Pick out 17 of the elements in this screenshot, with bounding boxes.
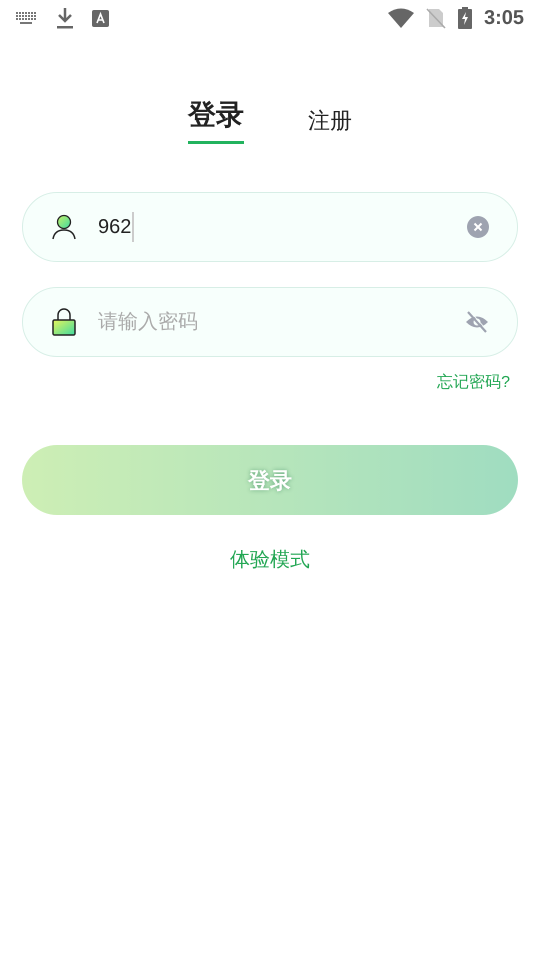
keyboard-icon	[16, 12, 38, 24]
clock-time: 3:05	[484, 6, 524, 31]
no-sim-icon	[426, 7, 446, 29]
person-icon	[51, 214, 77, 240]
tab[interactable]: 注册	[308, 110, 352, 132]
lock-icon	[51, 308, 77, 336]
wifi-icon	[388, 8, 414, 28]
tab[interactable]: 登录	[188, 101, 244, 144]
username-value: 962	[98, 212, 134, 242]
font-icon	[92, 10, 109, 26]
eye-off-icon[interactable]	[465, 311, 489, 333]
password-input[interactable]: 请输入密码	[98, 307, 465, 337]
username-field[interactable]: 962	[22, 192, 518, 262]
battery-charging-icon	[458, 7, 472, 29]
download-icon	[56, 7, 74, 29]
clear-icon[interactable]	[467, 216, 489, 238]
password-field[interactable]: 请输入密码	[22, 287, 518, 357]
